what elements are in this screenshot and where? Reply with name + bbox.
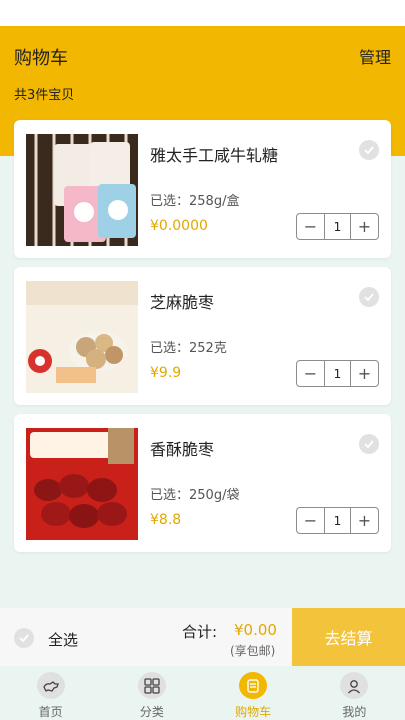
tab-label: 分类 bbox=[139, 705, 164, 719]
tab-category[interactable]: 分类 bbox=[101, 666, 202, 720]
manage-button[interactable]: 管理 bbox=[359, 44, 391, 68]
tab-label: 首页 bbox=[38, 705, 63, 719]
tab-cart[interactable]: 购物车 bbox=[203, 666, 304, 720]
plus-button[interactable]: + bbox=[351, 214, 378, 239]
item-checkbox[interactable] bbox=[359, 140, 379, 160]
product-name[interactable]: 香酥脆枣 bbox=[150, 436, 214, 460]
plus-button[interactable]: + bbox=[351, 361, 378, 386]
quantity-stepper: − 1 + bbox=[296, 213, 379, 240]
status-bar bbox=[0, 0, 405, 26]
minus-button[interactable]: − bbox=[297, 214, 324, 239]
minus-button[interactable]: − bbox=[297, 508, 324, 533]
item-count: 共3件宝贝 bbox=[14, 88, 75, 103]
shipping-note: (享包邮) bbox=[230, 644, 276, 658]
page-title: 购物车 bbox=[14, 48, 68, 69]
product-price: ¥8.8 bbox=[150, 512, 182, 528]
tab-profile[interactable]: 我的 bbox=[304, 666, 405, 720]
quantity-stepper: − 1 + bbox=[296, 507, 379, 534]
cart-item: 芝麻脆枣 已选：252克 ¥9.9 − 1 + bbox=[14, 267, 391, 405]
tab-home[interactable]: 首页 bbox=[0, 666, 101, 720]
quantity-value[interactable]: 1 bbox=[324, 508, 351, 533]
tab-label: 我的 bbox=[342, 705, 367, 719]
product-name[interactable]: 芝麻脆枣 bbox=[150, 289, 214, 313]
total-label: 合计: bbox=[182, 623, 218, 641]
product-spec: 已选：258g/盒 bbox=[150, 194, 240, 209]
product-image[interactable] bbox=[26, 134, 138, 246]
check-icon bbox=[364, 293, 374, 302]
user-icon bbox=[340, 672, 369, 699]
check-icon bbox=[19, 634, 29, 643]
cart-item: 香酥脆枣 已选：250g/袋 ¥8.8 − 1 + bbox=[14, 414, 391, 552]
product-image[interactable] bbox=[26, 281, 138, 393]
grid-icon bbox=[137, 672, 166, 699]
check-icon bbox=[364, 146, 374, 155]
select-all-label[interactable]: 全选 bbox=[48, 629, 78, 650]
product-price: ¥0.0000 bbox=[150, 218, 208, 234]
cart-item: 雅太手工咸牛轧糖 已选：258g/盒 ¥0.0000 − 1 + bbox=[14, 120, 391, 258]
cart-icon bbox=[239, 672, 268, 699]
total-value: ¥0.00 bbox=[234, 621, 277, 639]
product-spec: 已选：250g/袋 bbox=[150, 488, 240, 503]
item-checkbox[interactable] bbox=[359, 287, 379, 307]
plus-button[interactable]: + bbox=[351, 508, 378, 533]
quantity-value[interactable]: 1 bbox=[324, 214, 351, 239]
quantity-value[interactable]: 1 bbox=[324, 361, 351, 386]
check-icon bbox=[364, 440, 374, 449]
tab-bar: 首页 分类 购物车 我的 bbox=[0, 666, 405, 720]
dog-icon bbox=[36, 672, 65, 699]
tab-label: 购物车 bbox=[235, 705, 272, 719]
checkout-bar: 全选 合计: ¥0.00 (享包邮) 去结算 bbox=[0, 608, 405, 666]
product-image[interactable] bbox=[26, 428, 138, 540]
product-spec: 已选：252克 bbox=[150, 341, 227, 356]
product-name[interactable]: 雅太手工咸牛轧糖 bbox=[150, 142, 278, 166]
quantity-stepper: − 1 + bbox=[296, 360, 379, 387]
minus-button[interactable]: − bbox=[297, 361, 324, 386]
select-all-checkbox[interactable] bbox=[14, 628, 34, 648]
checkout-button[interactable]: 去结算 bbox=[292, 608, 405, 666]
item-checkbox[interactable] bbox=[359, 434, 379, 454]
product-price: ¥9.9 bbox=[150, 365, 182, 381]
